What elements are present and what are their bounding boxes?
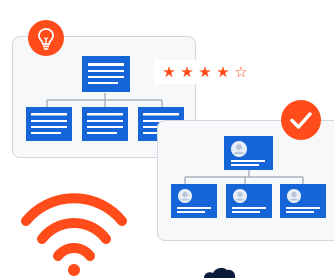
star-empty-icon: ☆ [234, 63, 248, 81]
lightbulb-badge [28, 20, 64, 56]
star-rating: ★ ★ ★ ★ ☆ [154, 60, 256, 84]
cloud-icon [204, 267, 236, 278]
checkmark-badge [281, 100, 321, 140]
document-block-top [82, 56, 130, 92]
star-filled-icon: ★ [162, 63, 176, 81]
lightbulb-icon [38, 28, 54, 50]
checkmark-icon [290, 112, 312, 129]
star-filled-icon: ★ [216, 63, 230, 81]
star-filled-icon: ★ [180, 63, 194, 81]
profile-block-top [224, 136, 273, 170]
profile-block-right [280, 184, 326, 218]
document-block-left [26, 107, 72, 141]
wifi-icon [21, 193, 127, 276]
profile-block-middle [226, 184, 272, 218]
profile-block-left [171, 184, 217, 218]
star-filled-icon: ★ [198, 63, 212, 81]
document-block-middle [82, 107, 128, 141]
